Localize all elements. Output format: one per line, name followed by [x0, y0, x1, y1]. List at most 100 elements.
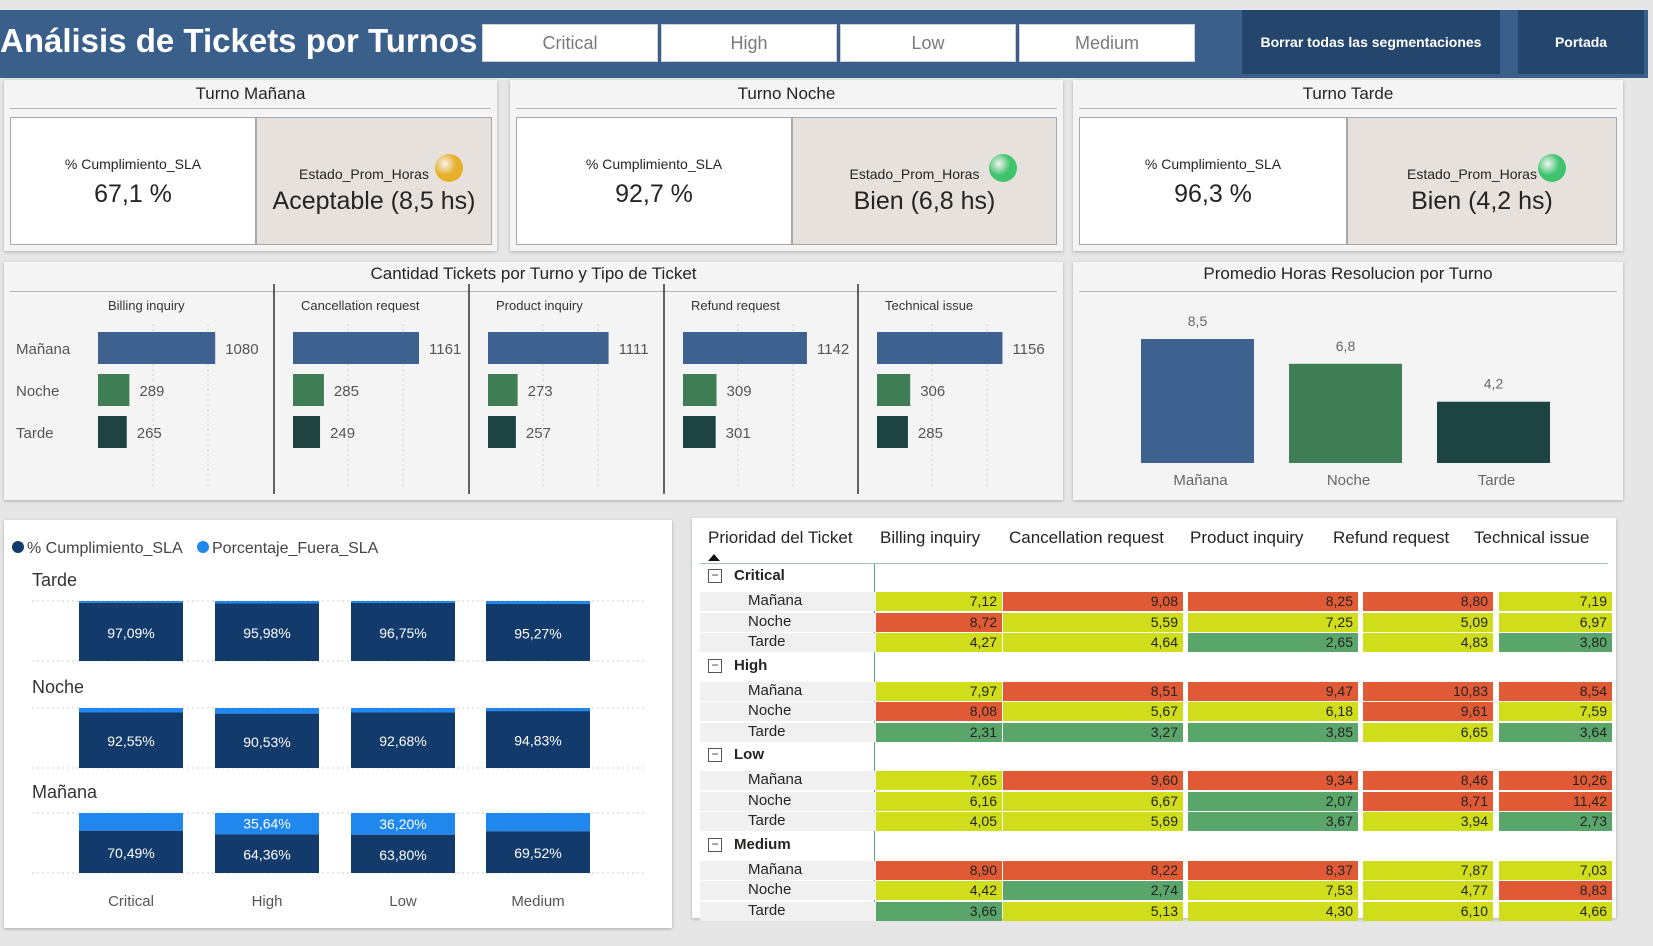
kpi-panel-tarde: Turno Tarde % Cumplimiento_SLA 96,3 % Es… [1073, 80, 1623, 251]
row-label: Noche [748, 881, 792, 898]
heatmap-cell: 6,18 [1188, 702, 1358, 721]
clear-filters-button[interactable]: Borrar todas las segmentaciones [1242, 10, 1500, 74]
heatmap-cell: 2,31 [876, 722, 1002, 742]
ticket-bar [488, 332, 609, 364]
heatmap-cell: 3,80 [1499, 633, 1612, 652]
sla-value: 96,3 % [1174, 180, 1252, 208]
page-title: Análisis de Tickets por Turnos [0, 22, 478, 59]
fuera-sla-bar [486, 813, 590, 832]
legend-dot-icon [12, 541, 24, 553]
heatmap-cell: 6,10 [1363, 901, 1493, 921]
collapse-icon[interactable]: − [708, 658, 722, 673]
tickets-chart-panel: Cantidad Tickets por Turno y Tipo de Tic… [4, 262, 1063, 500]
heatmap-cell: 8,46 [1363, 771, 1493, 790]
hours-bar [1141, 339, 1254, 463]
data-label: 301 [726, 425, 751, 442]
ticket-bar [877, 416, 908, 448]
slicer-medium[interactable]: Medium [1019, 24, 1195, 62]
sort-arrow-icon[interactable] [708, 554, 720, 561]
column-header: Product inquiry [1190, 528, 1304, 547]
row-label: Noche [748, 612, 792, 630]
data-label: 90,53% [243, 734, 290, 750]
heatmap-cell: 5,59 [1003, 612, 1183, 632]
heatmap-cell: 8,71 [1363, 791, 1493, 811]
kpi-panel-title: Turno Mañana [195, 84, 306, 103]
heatmap-cell: 7,59 [1499, 702, 1612, 721]
fuera-sla-bar [486, 708, 590, 712]
heatmap-cell: 7,19 [1499, 592, 1612, 611]
heatmap-cell: 10,83 [1363, 681, 1493, 701]
priority-matrix: Prioridad del Ticket Billing inquiry Cance… [692, 518, 1616, 921]
ticket-bar [98, 332, 216, 364]
heatmap-cell: 2,73 [1499, 812, 1612, 831]
heatmap-cell: 8,25 [1188, 592, 1358, 611]
data-label: 306 [920, 383, 945, 400]
kpi-panel-noche: Turno Noche % Cumplimiento_SLA 92,7 % Es… [510, 80, 1063, 251]
data-label: 289 [139, 383, 164, 400]
sla-value: 67,1 % [94, 180, 172, 208]
legend-label: Porcentaje_Fuera_SLA [212, 540, 379, 557]
tickets-chart: Mañana Noche Tarde Billing inquiry 1080 289 26… [16, 284, 1045, 494]
heatmap-cell: 6,67 [1003, 791, 1183, 811]
slicer-critical[interactable]: Critical [482, 24, 658, 62]
heatmap-cell: 4,77 [1363, 881, 1493, 900]
category-label: Medium [511, 893, 564, 910]
heatmap-cell: 6,16 [876, 791, 1002, 811]
row-label: Tarde [748, 901, 786, 919]
heatmap-cell: 4,83 [1363, 633, 1493, 652]
collapse-icon[interactable]: − [708, 569, 722, 583]
fuera-sla-bar [79, 813, 183, 831]
home-button[interactable]: Portada [1518, 10, 1644, 74]
heatmap-cell: 9,61 [1363, 702, 1493, 721]
ticket-bar [293, 332, 419, 364]
estado-card: Estado_Prom_Horas Bien (6,8 hs) [792, 117, 1057, 245]
panel-label: Refund request [691, 298, 780, 313]
row-label: Mañana [748, 681, 803, 699]
collapse-icon[interactable]: − [708, 748, 722, 762]
collapse-icon[interactable]: − [708, 837, 722, 852]
column-header: Billing inquiry [880, 528, 981, 547]
heatmap-cell: 9,60 [1003, 771, 1183, 790]
slicer-high[interactable]: High [661, 24, 837, 62]
data-label: 285 [918, 425, 943, 442]
ticket-bar [683, 416, 716, 448]
heatmap-cell: 4,30 [1188, 901, 1358, 921]
data-label: 249 [330, 425, 355, 442]
ticket-bar [683, 332, 807, 364]
heatmap-cell: 8,51 [1003, 681, 1183, 701]
ticket-bar [488, 416, 516, 448]
heatmap-cell: 8,37 [1188, 860, 1358, 880]
heatmap-cell: 3,64 [1499, 722, 1612, 742]
sla-chart-panel: % Cumplimiento_SLA Porcentaje_Fuera_SLA Ta… [4, 520, 672, 928]
estado-value: Bien (6,8 hs) [853, 187, 996, 215]
data-label: 1080 [225, 341, 258, 358]
status-dot-icon [989, 154, 1017, 182]
sla-card: % Cumplimiento_SLA 92,7 % [516, 117, 792, 245]
ticket-bar [98, 374, 130, 406]
heatmap-cell: 9,08 [1003, 592, 1183, 611]
panel-label: Product inquiry [496, 298, 583, 313]
heatmap-cell: 2,65 [1188, 633, 1358, 652]
heatmap-cell: 10,26 [1499, 771, 1612, 790]
data-label: 1161 [429, 341, 461, 358]
data-label: 70,49% [107, 845, 154, 861]
heatmap-cell: 4,05 [876, 812, 1002, 831]
heatmap-cell: 7,25 [1188, 612, 1358, 632]
row-label-background [700, 633, 876, 652]
fuera-sla-bar [215, 601, 319, 604]
sla-card: % Cumplimiento_SLA 67,1 % [10, 117, 256, 245]
legend-dot-icon [197, 541, 209, 553]
slicer-low[interactable]: Low [840, 24, 1016, 62]
row-label-background [700, 722, 876, 742]
heatmap-cell: 5,09 [1363, 612, 1493, 632]
heatmap-cell: 3,85 [1188, 722, 1358, 742]
hours-bar [1437, 401, 1550, 463]
hours-chart: 8,5 Mañana 6,8 Noche 4,2 Tarde [1141, 313, 1550, 489]
ticket-bar [877, 374, 911, 406]
estado-value: Aceptable (8,5 hs) [272, 187, 476, 215]
column-header: Technical issue [1474, 528, 1590, 547]
panel-label: Cancellation request [301, 298, 420, 313]
category-label: Tarde [1478, 472, 1516, 489]
heatmap-cell: 3,94 [1363, 812, 1493, 831]
ticket-bar [98, 416, 127, 448]
